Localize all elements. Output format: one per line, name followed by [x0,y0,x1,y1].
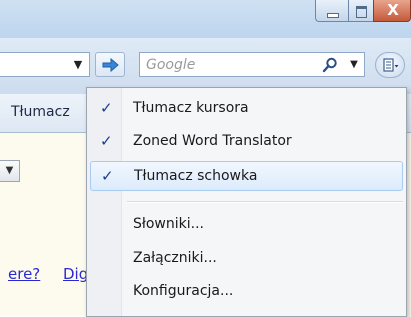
menu-item-label: Słowniki... [133,216,204,232]
magnifier-icon[interactable] [322,57,338,73]
title-bar: X [0,0,411,38]
menu-item-configuration[interactable]: Konfiguracja... [90,277,403,307]
menu-item-label: Zoned Word Translator [133,133,292,149]
menu-item-label: Tłumacz schowka [134,168,258,184]
address-bar[interactable]: ▼ [0,52,90,77]
menu-item-clipboard-translator[interactable]: ✓ Tłumacz schowka [90,161,403,191]
search-provider-dropdown-icon[interactable]: ▼ [347,53,361,76]
menu-separator [127,201,403,203]
menu-item-cursor-translator[interactable]: ✓ Tłumacz kursora [90,94,403,124]
translator-menu: ✓ Tłumacz kursora ✓ Zoned Word Translato… [86,87,407,317]
maximize-icon [356,6,367,18]
menu-item-label: Konfiguracja... [133,283,234,299]
menu-item-zoned-word-translator[interactable]: ✓ Zoned Word Translator [90,127,403,157]
maximize-button[interactable] [348,0,373,22]
minimize-icon [327,13,339,18]
content-link[interactable]: Dig [63,265,88,283]
search-input[interactable] [146,55,296,74]
menu-item-attachments[interactable]: Załączniki... [90,244,403,274]
menu-item-label: Załączniki... [133,250,217,266]
tab-translator[interactable]: Tłumacz [11,104,70,120]
right-arrow-icon [102,57,119,73]
checkmark-icon: ✓ [101,167,114,185]
menu-item-label: Tłumacz kursora [133,100,249,116]
go-button[interactable] [95,52,125,77]
search-box: ▼ [139,52,365,77]
content-dropdown-button[interactable]: ▼ [0,160,20,182]
address-dropdown-icon[interactable]: ▼ [68,53,88,76]
close-button[interactable]: X [373,0,411,22]
page-menu-icon [383,58,399,72]
checkmark-icon: ✓ [100,132,113,150]
minimize-button[interactable] [315,0,348,22]
close-icon: X [387,1,399,19]
content-link[interactable]: ere? [8,265,40,283]
checkmark-icon: ✓ [100,99,113,117]
menu-item-dictionaries[interactable]: Słowniki... [90,210,403,240]
page-menu-button[interactable] [375,52,405,78]
